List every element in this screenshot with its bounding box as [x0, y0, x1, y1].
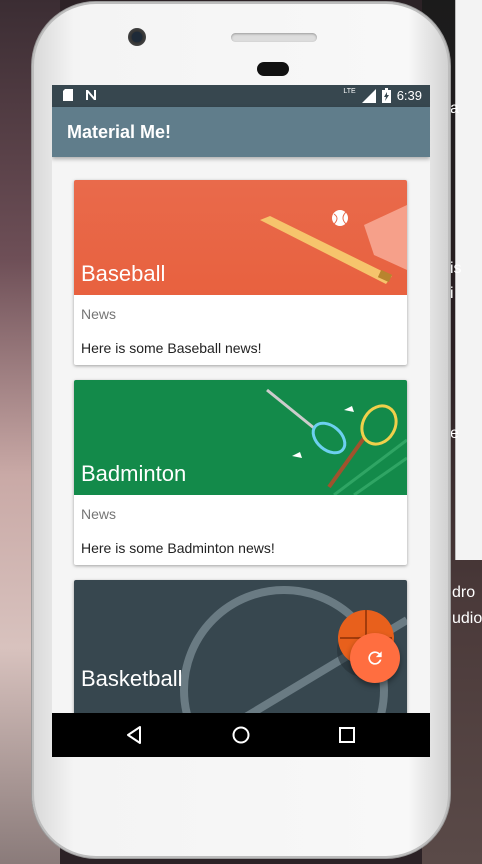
- home-icon[interactable]: [231, 725, 251, 745]
- battery-icon: [381, 88, 391, 103]
- background-window: [455, 0, 482, 560]
- status-bar: LTE 6:39: [52, 85, 430, 107]
- phone-screen: LTE 6:39 Material Me! Baseball News Here…: [52, 85, 430, 757]
- refresh-fab-button[interactable]: [350, 633, 400, 683]
- background-text: udio: [452, 610, 482, 627]
- card-title: Basketball: [81, 666, 183, 691]
- back-icon[interactable]: [125, 725, 145, 745]
- card-title: Badminton: [81, 461, 187, 486]
- app-bar: Material Me!: [52, 107, 430, 157]
- earpiece: [231, 33, 317, 42]
- card-subtitle: News: [81, 306, 117, 322]
- background-text: e: [450, 425, 459, 442]
- front-camera: [128, 28, 146, 46]
- signal-icon: [361, 88, 376, 103]
- proximity-sensor: [257, 62, 289, 76]
- sport-card-baseball[interactable]: Baseball News Here is some Baseball news…: [74, 180, 407, 365]
- background-text: i: [450, 285, 454, 302]
- n-notification-icon: [86, 90, 96, 100]
- network-type-label: LTE: [343, 88, 356, 95]
- card-list[interactable]: Baseball News Here is some Baseball news…: [52, 157, 430, 713]
- card-subtitle: News: [81, 506, 117, 522]
- background-text: a: [450, 100, 459, 117]
- sport-card-badminton[interactable]: Badminton News Here is some Badminton ne…: [74, 380, 407, 565]
- card-info: Here is some Badminton news!: [81, 540, 275, 556]
- card-title: Baseball: [81, 261, 166, 286]
- background-text: is: [450, 260, 462, 277]
- app-title: Material Me!: [67, 122, 172, 142]
- baseball-image: Baseball: [74, 180, 407, 295]
- refresh-icon: [368, 651, 382, 665]
- navigation-bar: [52, 713, 430, 757]
- recents-icon[interactable]: [337, 725, 357, 745]
- sd-card-icon: [63, 89, 73, 101]
- badminton-image: Badminton: [74, 380, 407, 495]
- background-text: dro: [452, 584, 476, 601]
- status-time: 6:39: [396, 88, 422, 103]
- card-info: Here is some Baseball news!: [81, 340, 262, 356]
